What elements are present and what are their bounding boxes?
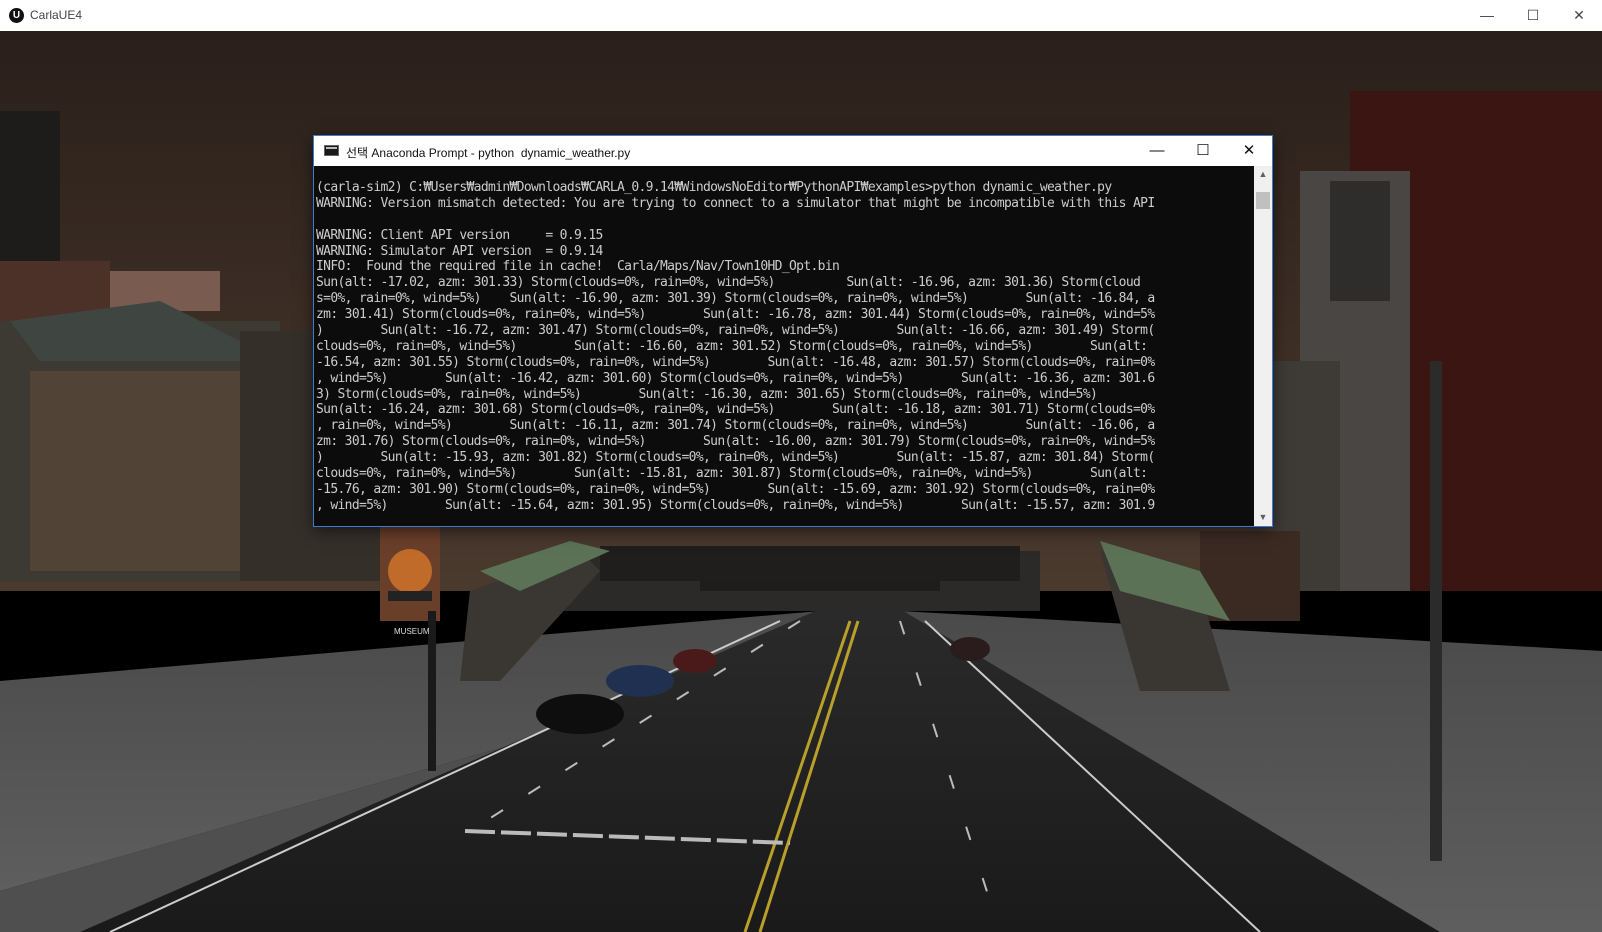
console-line: clouds=0%, rain=0%, wind=5%) Sun(alt: -1… [316, 338, 1148, 354]
close-button[interactable]: ✕ [1556, 0, 1602, 31]
console-line: -16.54, azm: 301.55) Storm(clouds=0%, ra… [316, 354, 1155, 370]
scroll-thumb[interactable] [1256, 192, 1270, 209]
console-window-title: 선택 Anaconda Prompt - python dynamic_weat… [346, 146, 631, 160]
unreal-logo-icon: U [9, 8, 24, 23]
console-output[interactable]: (carla-sim2) C:₩Users₩admin₩Downloads₩CA… [314, 166, 1254, 526]
console-line: (carla-sim2) C:₩Users₩admin₩Downloads₩CA… [316, 180, 1112, 195]
minimize-button[interactable]: — [1464, 0, 1510, 31]
main-window-title: CarlaUE4 [30, 8, 83, 22]
console-scrollbar[interactable]: ▲ ▼ [1254, 166, 1272, 526]
museum-sign: MUSEUM [394, 627, 430, 636]
console-line: WARNING: Client API version = 0.9.15 [316, 227, 603, 243]
console-line: WARNING: Simulator API version = 0.9.14 [316, 243, 603, 259]
console-line: , wind=5%) Sun(alt: -16.42, azm: 301.60)… [316, 370, 1155, 386]
carla-ue4-window: U CarlaUE4 — ☐ ✕ MUSEUM 선택 Anaconda Prom… [0, 0, 1602, 932]
console-line: -15.76, azm: 301.90) Storm(clouds=0%, ra… [316, 481, 1155, 497]
console-line: WARNING: Version mismatch detected: You … [316, 195, 1155, 211]
console-line: , rain=0%, wind=5%) Sun(alt: -16.11, azm… [316, 418, 1155, 434]
console-line: Sun(alt: -17.02, azm: 301.33) Storm(clou… [316, 275, 1141, 291]
console-minimize-button[interactable]: — [1134, 136, 1180, 166]
console-text: (carla-sim2) C:₩Users₩admin₩Downloads₩CA… [316, 166, 1254, 514]
anaconda-prompt-window[interactable]: 선택 Anaconda Prompt - python dynamic_weat… [314, 136, 1272, 526]
console-line: ) Sun(alt: -15.93, azm: 301.82) Storm(cl… [316, 450, 1155, 466]
console-line: ) Sun(alt: -16.72, azm: 301.47) Storm(cl… [316, 323, 1155, 339]
console-line: clouds=0%, rain=0%, wind=5%) Sun(alt: -1… [316, 466, 1148, 482]
console-maximize-button[interactable]: ☐ [1180, 136, 1226, 166]
console-line: zm: 301.41) Storm(clouds=0%, rain=0%, wi… [316, 307, 1155, 323]
main-titlebar[interactable]: U CarlaUE4 — ☐ ✕ [0, 0, 1602, 32]
console-line: zm: 301.76) Storm(clouds=0%, rain=0%, wi… [316, 434, 1155, 450]
console-line: 3) Storm(clouds=0%, rain=0%, wind=5%) Su… [316, 386, 1098, 402]
scroll-up-arrow-icon[interactable]: ▲ [1254, 166, 1272, 183]
console-line: , wind=5%) Sun(alt: -15.64, azm: 301.95)… [316, 497, 1155, 513]
console-titlebar[interactable]: 선택 Anaconda Prompt - python dynamic_weat… [314, 136, 1272, 166]
scroll-down-arrow-icon[interactable]: ▼ [1254, 509, 1272, 526]
console-line: s=0%, rain=0%, wind=5%) Sun(alt: -16.90,… [316, 291, 1155, 307]
maximize-button[interactable]: ☐ [1510, 0, 1556, 31]
console-line: Sun(alt: -16.24, azm: 301.68) Storm(clou… [316, 402, 1155, 418]
console-line: INFO: Found the required file in cache! … [316, 259, 840, 275]
console-close-button[interactable]: ✕ [1226, 136, 1272, 166]
terminal-icon [324, 145, 339, 156]
